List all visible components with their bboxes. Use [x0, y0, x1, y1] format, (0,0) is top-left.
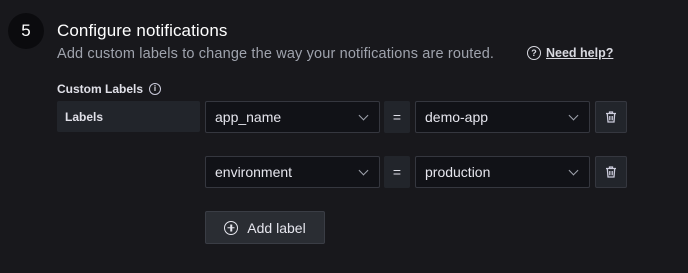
section-title: Configure notifications — [57, 21, 228, 40]
chevron-down-icon — [568, 110, 579, 120]
custom-labels-label: Custom Labels — [57, 82, 144, 96]
labels-group-tag: Labels — [57, 101, 200, 132]
label-operator: = — [384, 156, 410, 188]
label-key-value: app_name — [215, 109, 282, 125]
chevron-down-icon — [358, 165, 369, 175]
label-value-select-1[interactable]: demo-app — [415, 101, 590, 133]
label-value-select-2[interactable]: production — [415, 156, 590, 188]
question-circle-icon: ? — [527, 46, 541, 60]
label-value-value: demo-app — [425, 109, 489, 125]
chevron-down-icon — [568, 165, 579, 175]
add-label-text: Add label — [247, 219, 306, 236]
label-operator: = — [384, 101, 410, 133]
chevron-down-icon — [358, 110, 369, 120]
need-help-label: Need help? — [546, 46, 614, 60]
label-key-select-2[interactable]: environment — [205, 156, 380, 188]
plus-circle-icon — [224, 220, 239, 235]
delete-label-button-2[interactable] — [595, 156, 627, 188]
add-label-button[interactable]: Add label — [205, 211, 325, 244]
delete-label-button-1[interactable] — [595, 101, 627, 133]
label-key-select-1[interactable]: app_name — [205, 101, 380, 133]
label-key-value: environment — [215, 164, 293, 180]
trash-icon — [606, 166, 616, 178]
step-number-badge: 5 — [8, 13, 44, 49]
label-value-value: production — [425, 164, 491, 180]
custom-labels-field-label: Custom Labels i — [57, 82, 162, 96]
info-circle-icon[interactable]: i — [149, 83, 162, 95]
section-description: Add custom labels to change the way your… — [57, 46, 495, 62]
trash-icon — [606, 111, 616, 123]
need-help-link[interactable]: ? Need help? — [527, 46, 613, 60]
